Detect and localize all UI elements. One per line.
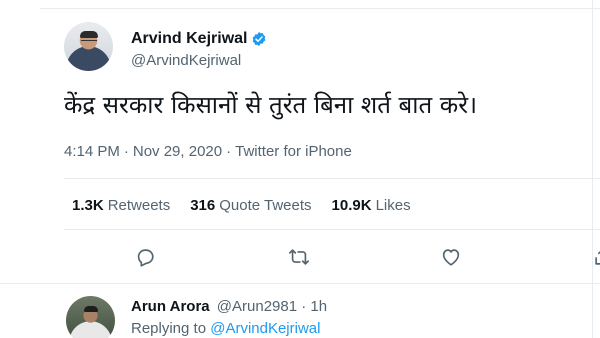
likes-count: 10.9K [331, 197, 372, 214]
tweet-source[interactable]: Twitter for iPhone [235, 143, 352, 160]
author-name-row: Arvind Kejriwal [131, 30, 267, 48]
tweet-stats: 1.3K Retweets 316 Quote Tweets 10.9K Likes [72, 197, 411, 214]
tweet-date[interactable]: Nov 29, 2020 [133, 143, 222, 160]
reply-author-handle[interactable]: @Arun2981 [217, 298, 297, 315]
reply-header: Arun Arora @Arun2981 · 1h [131, 298, 327, 315]
replying-to: Replying to @ArvindKejriwal [131, 320, 320, 337]
share-icon [595, 251, 600, 265]
tweet-time[interactable]: 4:14 PM [64, 143, 120, 160]
reply-button[interactable] [134, 246, 156, 268]
quote-tweets-count: 316 [190, 197, 216, 214]
like-icon [442, 249, 460, 266]
retweet-button[interactable] [288, 246, 310, 268]
stats-top-divider [64, 178, 600, 179]
author-avatar[interactable] [64, 22, 113, 71]
retweets-count: 1.3K [72, 197, 104, 214]
author-name[interactable]: Arvind Kejriwal [131, 30, 247, 48]
avatar-hair [80, 31, 98, 38]
replying-to-prefix: Replying to [131, 320, 207, 337]
meta-separator: · [123, 143, 129, 160]
replying-to-link[interactable]: @ArvindKejriwal [210, 320, 320, 337]
verified-badge-icon [253, 32, 266, 46]
tweet-meta: 4:14 PM · Nov 29, 2020 · Twitter for iPhone [64, 143, 352, 160]
share-button[interactable] [592, 246, 600, 268]
top-divider [40, 8, 600, 9]
reply-divider [0, 283, 600, 284]
quote-tweets-stat[interactable]: 316 Quote Tweets [190, 197, 311, 214]
retweets-stat[interactable]: 1.3K Retweets [72, 197, 170, 214]
reply-icon [137, 249, 154, 267]
retweet-icon [289, 249, 309, 265]
quote-tweets-label: Quote Tweets [219, 197, 312, 214]
reply-author-avatar[interactable] [66, 296, 115, 338]
avatar-glasses [81, 40, 97, 44]
reply-age[interactable]: 1h [310, 298, 327, 315]
tweet-text: केंद्र सरकार किसानों से तुरंत बिना शर्त … [64, 91, 478, 119]
likes-stat[interactable]: 10.9K Likes [332, 197, 411, 214]
tweet-actions [0, 246, 600, 270]
reply-separator: · [301, 298, 307, 315]
reply-avatar-hair [84, 306, 98, 312]
likes-label: Likes [375, 197, 411, 214]
meta-separator: · [226, 143, 232, 160]
column-border [592, 0, 593, 338]
stats-bottom-divider [64, 229, 600, 230]
reply-author-name[interactable]: Arun Arora [131, 298, 210, 315]
like-button[interactable] [440, 246, 462, 268]
retweets-label: Retweets [107, 197, 171, 214]
author-handle[interactable]: @ArvindKejriwal [131, 52, 241, 69]
